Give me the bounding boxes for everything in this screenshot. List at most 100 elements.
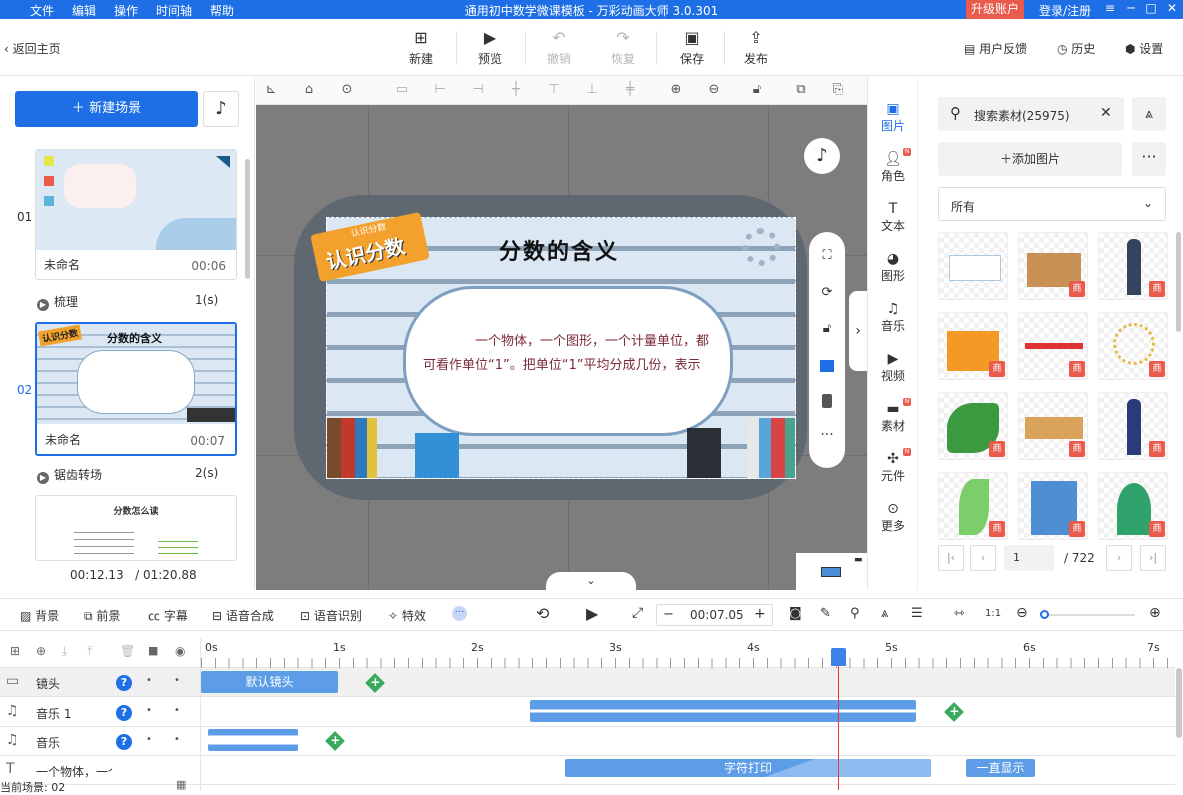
zoom-slider-handle[interactable] xyxy=(1040,610,1049,619)
clip-audio[interactable] xyxy=(208,729,298,751)
time-ruler[interactable]: 0s 1s 2s 3s 4s 5s 6s 7s xyxy=(200,638,1176,668)
zoom-in-icon[interactable]: ⊕ xyxy=(1149,605,1161,621)
filter-button[interactable]: ⩓ xyxy=(1132,97,1166,131)
sliders-icon[interactable]: ☰ xyxy=(911,606,923,621)
close-icon[interactable]: ✕ xyxy=(1162,1,1182,15)
marker-icon[interactable]: ⚲ xyxy=(850,606,860,621)
tab-characters[interactable]: 👤︎ N 角色 xyxy=(868,148,918,184)
visible-dot-icon[interactable]: • xyxy=(174,675,180,686)
align-top-icon[interactable]: ⊤ xyxy=(545,82,563,97)
fit-width-icon[interactable]: ⇿ xyxy=(954,606,965,621)
background-button[interactable]: ▨ 背景 xyxy=(20,607,59,624)
last-page-icon[interactable]: ›| xyxy=(1140,545,1166,571)
asset-search[interactable]: ⚲ 搜索素材(25975) ✕ xyxy=(938,97,1124,131)
asset-tile[interactable]: 商 xyxy=(1018,312,1088,380)
asset-tile[interactable]: 商 xyxy=(1018,392,1088,460)
rewind-icon[interactable]: ⟲ xyxy=(536,604,549,623)
lock-dot-icon[interactable]: • xyxy=(146,734,152,745)
asset-tile[interactable]: 商 xyxy=(938,472,1008,540)
funnel-icon[interactable]: ⩓ xyxy=(881,606,888,621)
new-scene-button[interactable]: ＋ 新建场景 xyxy=(15,91,198,127)
lock-dot-icon[interactable]: • xyxy=(146,675,152,686)
paste-icon[interactable]: ⎘ xyxy=(829,82,847,97)
scene-card-2[interactable]: 认识分数 分数的含义 未命名 00:07 xyxy=(35,322,237,456)
move-up-icon[interactable]: ⤒ xyxy=(87,644,92,659)
move-down-icon[interactable]: ⤓ xyxy=(62,644,67,659)
preview-button[interactable]: ▶ 预览 xyxy=(462,29,518,67)
asset-tile[interactable]: 商 xyxy=(938,312,1008,380)
login-link[interactable]: 登录/注册 xyxy=(1039,2,1091,19)
tts-button[interactable]: ⊟ 语音合成 xyxy=(212,607,274,624)
search-input[interactable]: 搜索素材(25975) xyxy=(974,107,1070,124)
asset-tile[interactable]: 商 xyxy=(1018,472,1088,540)
tab-components[interactable]: ✣ N 元件 xyxy=(868,448,918,484)
lock-icon[interactable]: 🔓︎ xyxy=(748,82,766,97)
asset-tile[interactable]: 商 xyxy=(1098,472,1168,540)
tab-more[interactable]: ⊙ 更多 xyxy=(868,501,918,534)
scene-card-3[interactable]: 分数怎么读 xyxy=(35,495,237,561)
back-home-button[interactable]: ‹ 返回主页 xyxy=(4,40,61,57)
subtitle-button[interactable]: ㏄ 字幕 xyxy=(148,607,188,624)
tab-text[interactable]: T 文本 xyxy=(868,201,918,234)
camera-snapshot-icon[interactable]: ◙ xyxy=(789,606,802,621)
more-tools-icon[interactable]: ··· xyxy=(452,606,467,621)
clip-audio-1[interactable] xyxy=(530,700,916,722)
save-button[interactable]: ▣ 保存 xyxy=(664,29,720,67)
scene-music-button[interactable]: ♪ xyxy=(203,91,239,127)
align-distribute-icon[interactable]: ▭ xyxy=(393,82,411,97)
ruler-icon[interactable]: ⊾ xyxy=(262,82,280,97)
window-menu-icon[interactable]: ≡ xyxy=(1100,1,1120,15)
page-input[interactable]: 1 xyxy=(1004,545,1054,571)
minimap[interactable]: ▬ xyxy=(796,553,867,590)
current-time-input[interactable]: 00:07.05 xyxy=(690,608,744,622)
actual-size-icon[interactable]: 1:1 xyxy=(985,608,1001,619)
zoom-out-icon[interactable]: ⊖ xyxy=(705,82,723,97)
tab-video[interactable]: ▶ 视频 xyxy=(868,351,918,384)
more-circle-icon[interactable]: ⊙ xyxy=(338,82,356,97)
foreground-button[interactable]: ⧉ 前景 xyxy=(84,607,120,624)
lock-dot-icon[interactable]: • xyxy=(146,705,152,716)
plus-icon[interactable]: + xyxy=(754,606,766,622)
clip-typing-effect[interactable]: 字符打印 xyxy=(565,759,931,777)
scene-scrollbar[interactable] xyxy=(245,159,250,279)
publish-button[interactable]: ⇪ 发布 xyxy=(728,29,784,67)
align-left-icon[interactable]: ⊢ xyxy=(431,82,449,97)
clear-icon[interactable]: ✕ xyxy=(1100,105,1112,121)
prev-page-icon[interactable]: ‹ xyxy=(970,545,996,571)
clip-default-camera[interactable]: 默认镜头 xyxy=(201,671,338,693)
trash-icon[interactable]: 🗑︎ xyxy=(120,644,135,658)
minus-icon[interactable]: − xyxy=(663,607,674,622)
stage-music-button[interactable]: ♪ xyxy=(804,138,840,174)
help-icon[interactable]: ? xyxy=(116,675,132,691)
asset-tile[interactable]: 商 xyxy=(938,392,1008,460)
next-page-icon[interactable]: › xyxy=(1106,545,1132,571)
align-bottom-icon[interactable]: ⊥ xyxy=(583,82,601,97)
visible-dot-icon[interactable]: • xyxy=(174,705,180,716)
transition-1[interactable]: ▶ 梳理 1(s) xyxy=(37,293,218,311)
stage-canvas[interactable]: ♪ 分数的含义 一个物体，一个图形，一个计量单位，都可看作单位“1”。把单位“1… xyxy=(256,105,867,590)
add-folder-icon[interactable]: ⊕ xyxy=(36,644,46,658)
play-icon[interactable]: ▶ xyxy=(586,604,598,623)
add-track-icon[interactable]: ⊞ xyxy=(10,644,20,658)
tab-shapes[interactable]: ◕ 图形 xyxy=(868,251,918,284)
zoom-out-icon[interactable]: ⊖ xyxy=(1016,605,1028,621)
fit-screen-icon[interactable]: ⛶ xyxy=(809,248,845,263)
copy-icon[interactable]: ⧉ xyxy=(792,82,810,97)
asset-tile[interactable] xyxy=(938,232,1008,300)
scene-card-1[interactable]: 未命名 00:06 xyxy=(35,149,237,280)
maximize-icon[interactable]: □ xyxy=(1141,1,1161,15)
help-icon[interactable]: ? xyxy=(116,734,132,750)
align-right-icon[interactable]: ⊣ xyxy=(469,82,487,97)
asset-tile[interactable]: 商 xyxy=(1098,232,1168,300)
asset-tile[interactable]: 商 xyxy=(1098,312,1168,380)
mobile-icon[interactable] xyxy=(822,394,832,408)
track-music[interactable]: ♫ 音乐 ? • • xyxy=(0,727,1175,756)
zoom-in-icon[interactable]: ⊕ xyxy=(667,82,685,97)
asset-tile[interactable]: 商 xyxy=(1098,392,1168,460)
more-options-button[interactable]: ··· xyxy=(1132,142,1166,176)
tab-materials[interactable]: ▬ N 素材 xyxy=(868,398,918,434)
minimize-icon[interactable]: ─ xyxy=(1121,1,1141,15)
unlock-icon[interactable]: 🔓︎ xyxy=(809,321,845,336)
collapse-down-icon[interactable]: ⌄ xyxy=(546,572,636,590)
help-icon[interactable]: ? xyxy=(116,705,132,721)
